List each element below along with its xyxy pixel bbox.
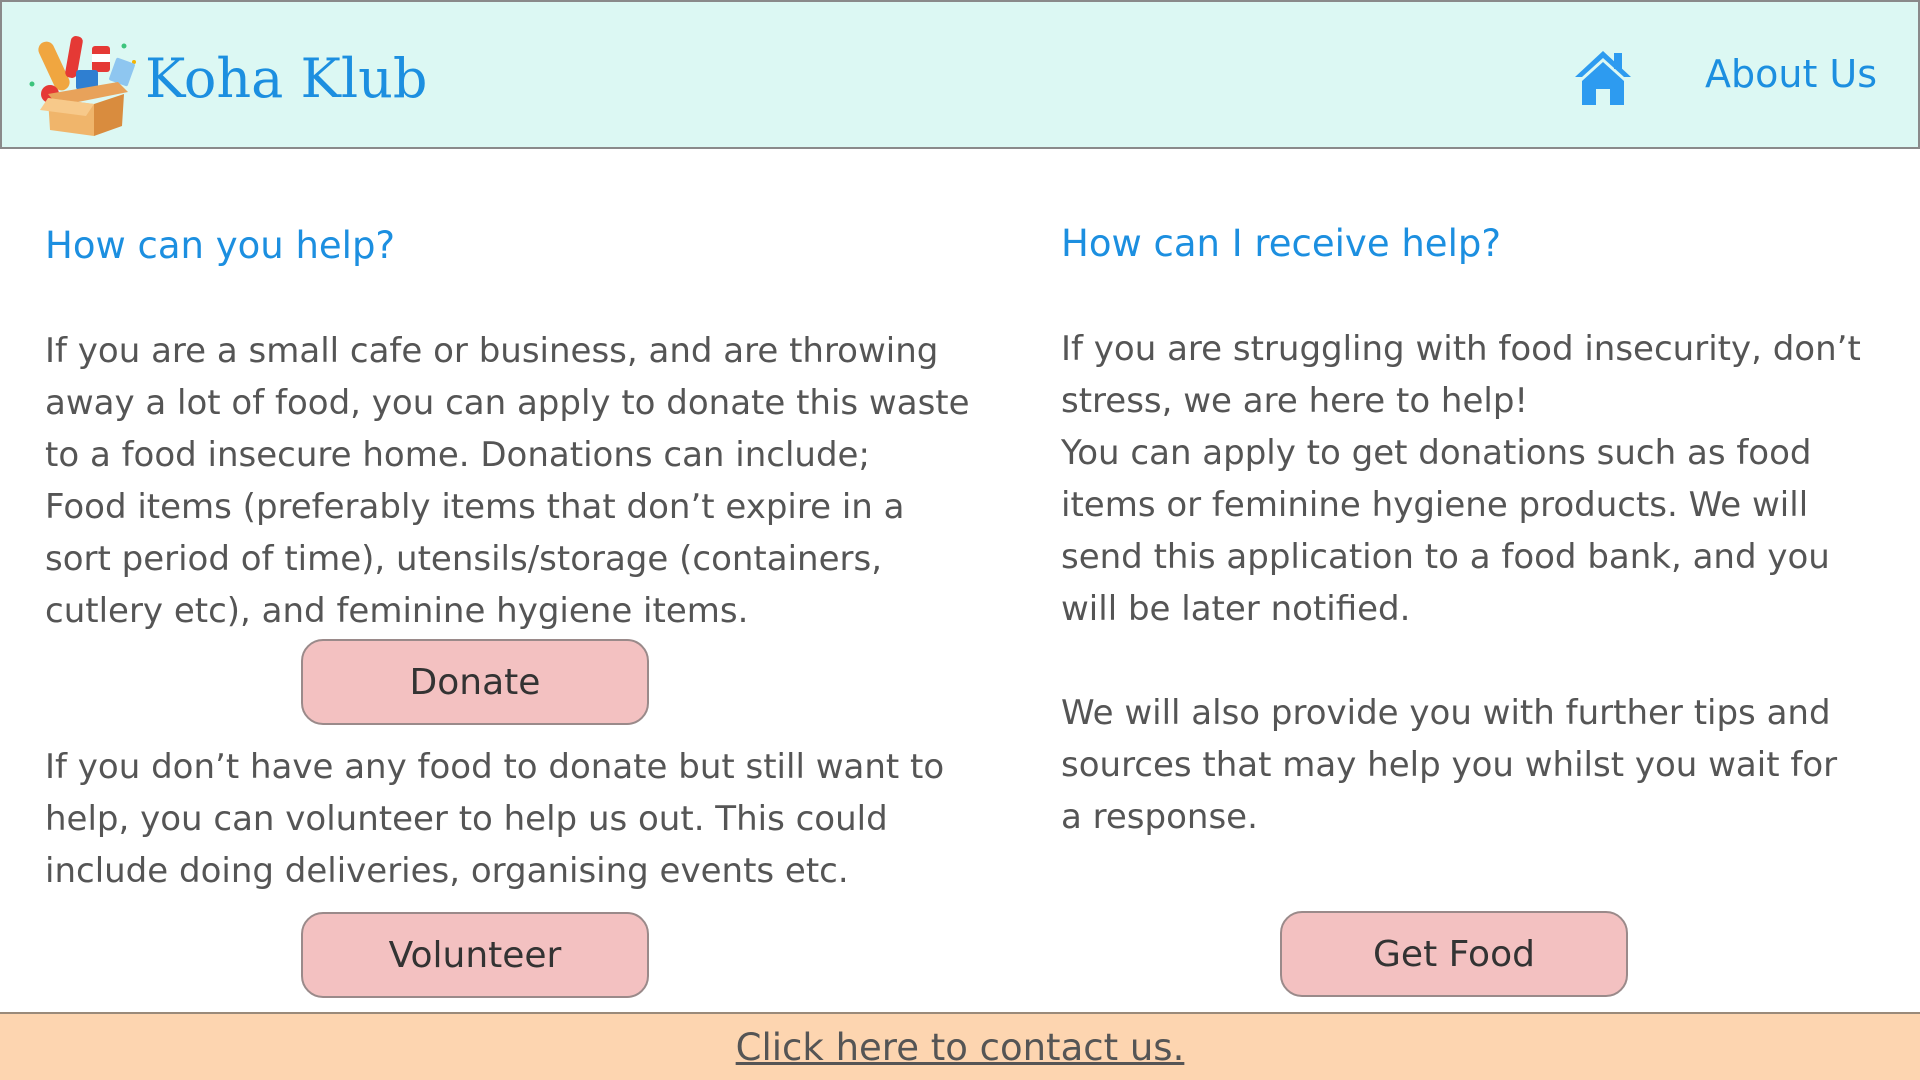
site-header: Koha Klub About Us (0, 0, 1920, 149)
brand-name[interactable]: Koha Klub (145, 52, 428, 106)
help-section: How can you help? If you are a small caf… (45, 222, 1005, 637)
help-heading: How can you help? (45, 224, 396, 267)
donate-description: If you are a small cafe or business, and… (45, 331, 970, 631)
receive-help-section: How can I receive help? If you are strug… (1061, 220, 1901, 843)
contact-link[interactable]: Click here to contact us. (736, 1026, 1185, 1069)
site-footer: Click here to contact us. (0, 1012, 1920, 1080)
receive-help-description: If you are struggling with food insecuri… (1061, 329, 1861, 629)
donate-button[interactable]: Donate (301, 639, 649, 725)
about-us-link[interactable]: About Us (1705, 53, 1877, 96)
get-food-button[interactable]: Get Food (1280, 911, 1628, 997)
volunteer-description: If you don’t have any food to donate but… (45, 747, 945, 891)
receive-help-heading: How can I receive help? (1061, 222, 1501, 265)
tips-description: We will also provide you with further ti… (1061, 693, 1838, 837)
home-icon[interactable] (1574, 49, 1632, 107)
food-donation-box-icon[interactable] (28, 32, 144, 138)
volunteer-section: If you don’t have any food to donate but… (45, 741, 1005, 897)
volunteer-button[interactable]: Volunteer (301, 912, 649, 998)
